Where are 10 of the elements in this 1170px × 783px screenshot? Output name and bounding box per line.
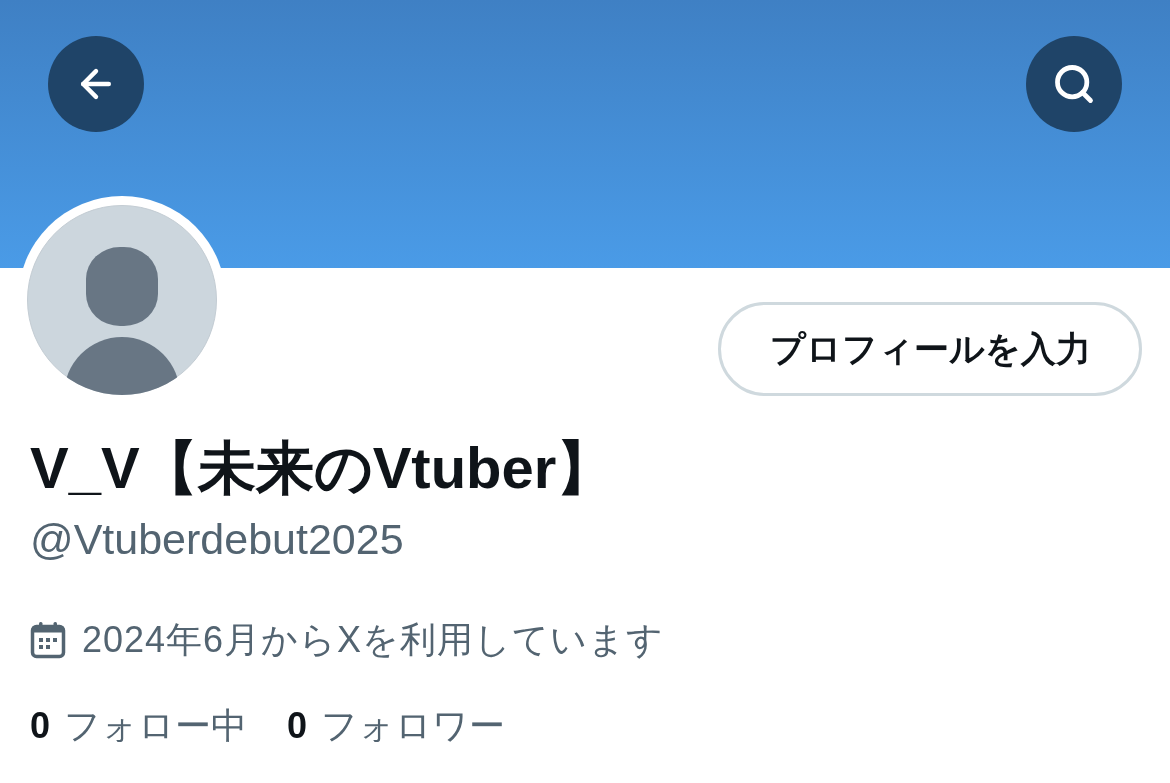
follow-label: フォロー中: [64, 704, 248, 748]
display-name: V_V【未来のVtuber】: [30, 434, 616, 502]
join-date: 2024年6月からXを利用しています: [82, 618, 665, 662]
follow-label: フォロワー: [321, 704, 506, 748]
user-handle: @Vtuberdebut2025: [30, 514, 405, 564]
edit-profile-button[interactable]: プロフィールを入力: [718, 302, 1142, 396]
search-icon: [1052, 62, 1096, 106]
follow-count: 0: [30, 704, 51, 748]
follow-count: 0: [287, 704, 308, 748]
calendar-icon: [30, 621, 66, 659]
